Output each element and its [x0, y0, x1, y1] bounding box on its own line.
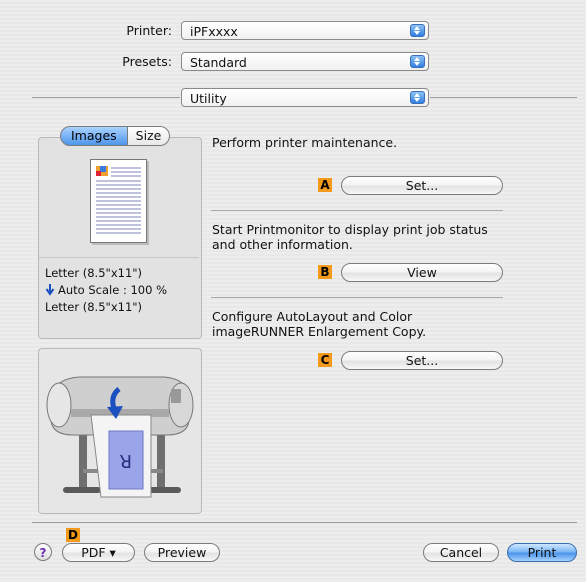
paper-size-text: Letter (8.5"x11") [45, 266, 143, 280]
pdf-menu-button[interactable]: PDF ▾ [62, 543, 135, 562]
printer-illustration-panel: R [38, 348, 202, 514]
printer-value: iPFxxxx [190, 24, 238, 39]
printer-label: Printer: [126, 23, 172, 38]
tab-size[interactable]: Size [127, 126, 171, 146]
callout-a-badge: A [318, 178, 332, 192]
page-thumbnail [90, 159, 147, 243]
preview-tabs: Images Size [60, 126, 171, 146]
autolayout-set-button[interactable]: Set... [341, 351, 503, 370]
autolayout-description: Configure AutoLayout and Color imageRUNN… [212, 309, 427, 339]
callout-c-badge: C [318, 353, 332, 367]
presets-value: Standard [190, 55, 247, 70]
auto-scale-text: Auto Scale : 100 % [58, 283, 168, 297]
page-lines-icon [96, 166, 141, 234]
presets-label: Presets: [122, 54, 172, 69]
svg-text:R: R [119, 450, 132, 471]
maintenance-description: Perform printer maintenance. [212, 135, 398, 150]
separator-left [32, 97, 180, 98]
maintenance-set-button[interactable]: Set... [341, 176, 503, 195]
popup-arrows-icon [410, 24, 425, 37]
printmonitor-view-button[interactable]: View [341, 263, 503, 282]
preview-divider [39, 257, 199, 258]
callout-d-badge: D [66, 528, 80, 542]
section-select[interactable]: Utility [181, 88, 429, 107]
arrow-down-icon [45, 284, 55, 296]
cancel-button[interactable]: Cancel [423, 543, 499, 562]
presets-select[interactable]: Standard [181, 52, 429, 71]
printer-select[interactable]: iPFxxxx [181, 21, 429, 40]
separator-right [430, 97, 577, 98]
callout-b-badge: B [318, 265, 332, 279]
utility-divider-1 [211, 210, 503, 211]
output-size-text: Letter (8.5"x11") [45, 300, 143, 314]
help-button[interactable]: ? [34, 543, 52, 561]
preview-button[interactable]: Preview [144, 543, 220, 562]
section-value: Utility [190, 91, 227, 106]
tab-images[interactable]: Images [60, 126, 128, 146]
print-button[interactable]: Print [507, 543, 577, 562]
popup-arrows-icon [410, 55, 425, 68]
large-format-printer-icon: R [46, 376, 194, 498]
printmonitor-description: Start Printmonitor to display print job … [212, 222, 488, 252]
footer-divider [32, 522, 577, 523]
utility-divider-2 [211, 297, 503, 298]
popup-arrows-icon [410, 91, 425, 104]
